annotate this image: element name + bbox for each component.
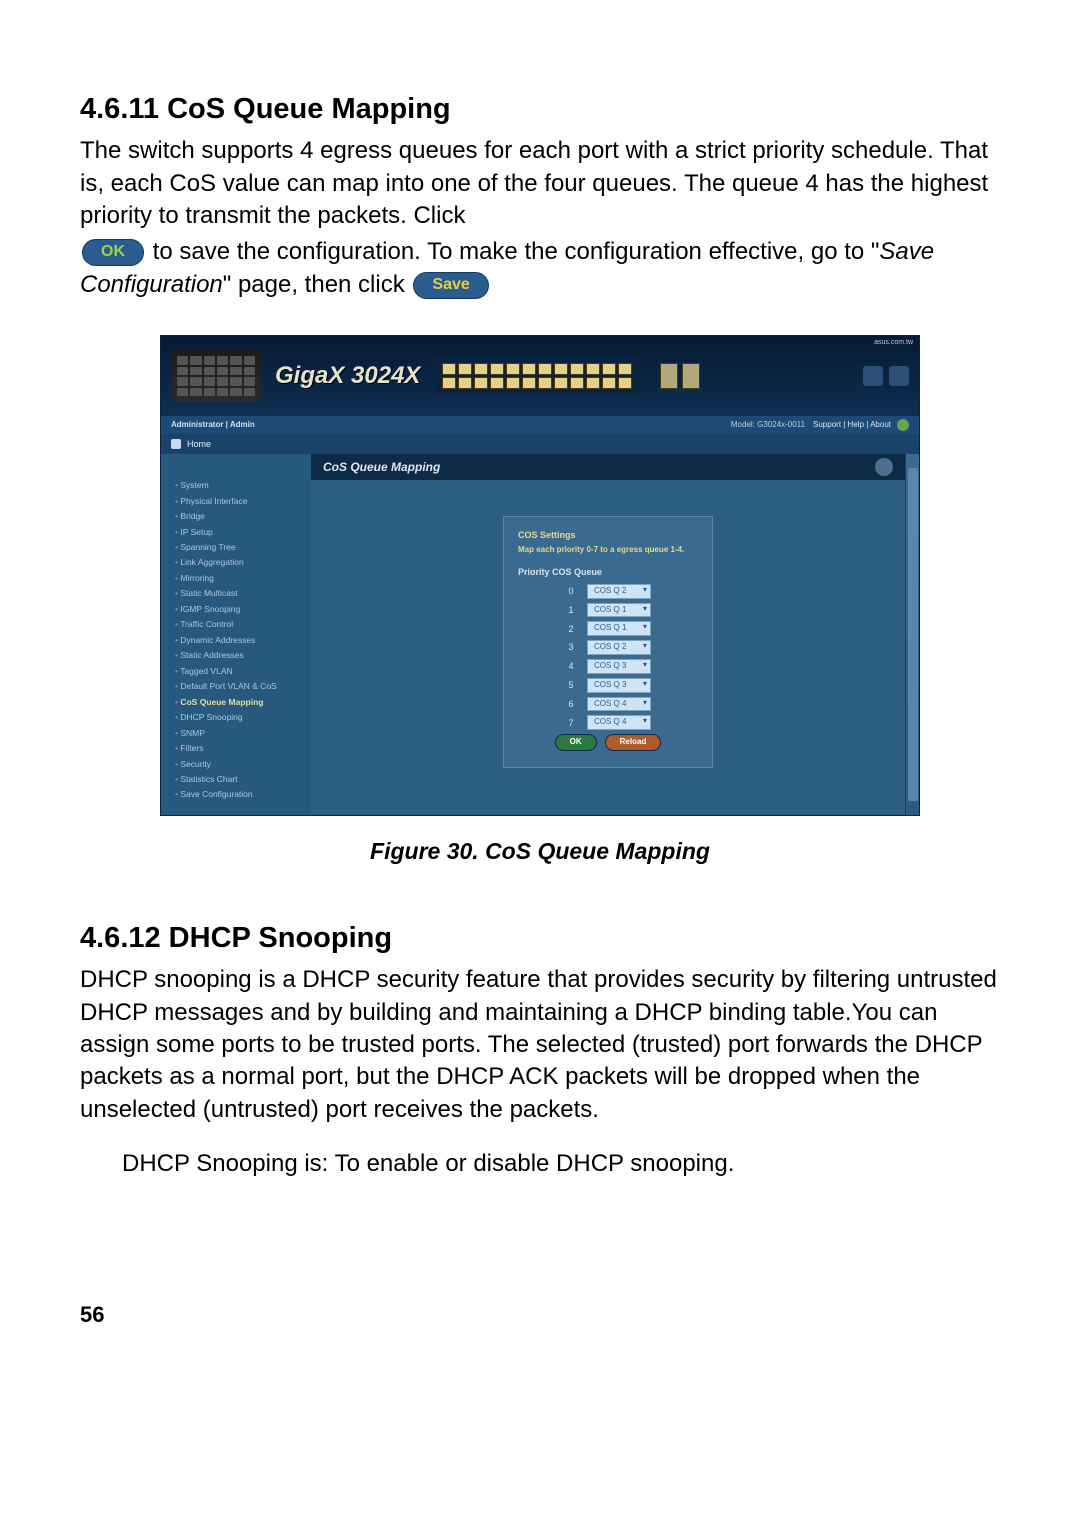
- cos-row: 6 COS Q 4: [518, 697, 698, 712]
- cos-paragraph-2: OK to save the configuration. To make th…: [80, 236, 1000, 301]
- help-icon[interactable]: [863, 366, 883, 386]
- sidebar-item[interactable]: System: [175, 480, 303, 491]
- sfp-ports: [660, 363, 700, 389]
- sidebar-item[interactable]: Traffic Control: [175, 619, 303, 630]
- main-panel: CoS Queue Mapping COS Settings Map each …: [311, 454, 905, 815]
- cos-queue-select[interactable]: COS Q 2: [587, 640, 651, 655]
- cos-row: 1 COS Q 1: [518, 603, 698, 618]
- header-icons: [863, 366, 909, 386]
- panel-title-bar: CoS Queue Mapping: [311, 454, 905, 480]
- save-button-inline[interactable]: Save: [413, 272, 488, 299]
- cos-queue-select[interactable]: COS Q 4: [587, 715, 651, 730]
- cos-card-sub: Map each priority 0-7 to a egress queue …: [518, 545, 698, 555]
- home-label[interactable]: Home: [187, 438, 211, 450]
- priority-label: 0: [565, 585, 577, 597]
- section-dhcp-snooping: 4.6.12 DHCP Snooping DHCP snooping is a …: [80, 919, 1000, 1180]
- figure-screenshot: asus.com.tw GigaX 3024X Admini: [160, 335, 920, 816]
- sidebar-item[interactable]: Save Configuration: [175, 789, 303, 800]
- cos-row: 0 COS Q 2: [518, 584, 698, 599]
- priority-label: 1: [565, 604, 577, 616]
- figure-caption: Figure 30. CoS Queue Mapping: [80, 836, 1000, 867]
- panel-title-icon: [875, 458, 893, 476]
- cos-queue-select[interactable]: COS Q 3: [587, 678, 651, 693]
- heading-dhcp: 4.6.12 DHCP Snooping: [80, 919, 1000, 958]
- panel-title-text: CoS Queue Mapping: [323, 459, 440, 475]
- sidebar-item[interactable]: Statistics Chart: [175, 774, 303, 785]
- sidebar-item[interactable]: Link Aggregation: [175, 557, 303, 568]
- cos-row: 7 COS Q 4: [518, 715, 698, 730]
- sidebar-item[interactable]: Filters: [175, 743, 303, 754]
- switch-image: [171, 350, 261, 402]
- scrollbar[interactable]: [905, 454, 919, 815]
- page-number: 56: [80, 1300, 1000, 1330]
- home-small-icon[interactable]: [171, 439, 181, 449]
- sidebar-item[interactable]: CoS Queue Mapping: [175, 697, 303, 708]
- home-icon[interactable]: [889, 366, 909, 386]
- dhcp-paragraph-1: DHCP snooping is a DHCP security feature…: [80, 964, 1000, 1126]
- panel-ok-button[interactable]: OK: [555, 734, 597, 751]
- cos-queue-select[interactable]: COS Q 1: [587, 603, 651, 618]
- cos-row: 4 COS Q 3: [518, 659, 698, 674]
- subbar-left: Administrator | Admin: [171, 420, 255, 431]
- sidebar-item[interactable]: Bridge: [175, 511, 303, 522]
- cos-row: 5 COS Q 3: [518, 678, 698, 693]
- sidebar-item[interactable]: Physical Interface: [175, 496, 303, 507]
- heading-cos: 4.6.11 CoS Queue Mapping: [80, 90, 1000, 129]
- ok-button-inline[interactable]: OK: [82, 239, 144, 266]
- screenshot-header: GigaX 3024X: [161, 336, 919, 416]
- subbar-tabs[interactable]: Support | Help | About: [813, 420, 891, 431]
- status-dot-icon: [897, 419, 909, 431]
- nav-sidebar: System Physical Interface Bridge IP Setup Sp…: [161, 454, 311, 815]
- corner-link: asus.com.tw: [874, 338, 913, 347]
- panel-buttons: OK Reload: [518, 734, 698, 751]
- dhcp-paragraph-2: DHCP Snooping is: To enable or disable D…: [122, 1148, 1000, 1180]
- priority-label: 3: [565, 641, 577, 653]
- sidebar-item[interactable]: Mirroring: [175, 573, 303, 584]
- cos-queue-select[interactable]: COS Q 3: [587, 659, 651, 674]
- sidebar-item[interactable]: Tagged VLAN: [175, 666, 303, 677]
- scroll-thumb[interactable]: [908, 468, 918, 801]
- cos-card-header: COS Settings: [518, 529, 698, 541]
- sidebar-item[interactable]: Security: [175, 759, 303, 770]
- cos-row: 2 COS Q 1: [518, 621, 698, 636]
- priority-label: 6: [565, 698, 577, 710]
- screenshot-body: System Physical Interface Bridge IP Setup Sp…: [161, 454, 919, 815]
- cos-queue-select[interactable]: COS Q 2: [587, 584, 651, 599]
- cos-text-1a: The switch supports 4 egress queues for …: [80, 137, 988, 229]
- cos-table-header: Priority COS Queue: [518, 566, 698, 578]
- sidebar-item[interactable]: DHCP Snooping: [175, 712, 303, 723]
- cos-paragraph-1: The switch supports 4 egress queues for …: [80, 135, 1000, 232]
- cos-rows: 0 COS Q 2 1 COS Q 1 2 COS Q 1 3 COS Q 2 4 COS Q 3…: [518, 584, 698, 730]
- cos-text-1b-after: " page, then click: [223, 271, 405, 298]
- priority-label: 5: [565, 679, 577, 691]
- priority-label: 7: [565, 717, 577, 729]
- sub-bar: Administrator | Admin Model: G3024x-0011…: [161, 416, 919, 434]
- subbar-right: Model: G3024x-0011: [731, 420, 805, 431]
- section-cos-queue-mapping: 4.6.11 CoS Queue Mapping The switch supp…: [80, 90, 1000, 301]
- priority-label: 2: [565, 623, 577, 635]
- sidebar-item[interactable]: Spanning Tree: [175, 542, 303, 553]
- sidebar-item[interactable]: Dynamic Addresses: [175, 635, 303, 646]
- cos-text-1b-before: to save the configuration. To make the c…: [153, 238, 880, 265]
- product-logo: GigaX 3024X: [275, 360, 420, 392]
- sidebar-item[interactable]: Static Multicast: [175, 588, 303, 599]
- cos-queue-select[interactable]: COS Q 4: [587, 697, 651, 712]
- home-bar: Home: [161, 434, 919, 454]
- port-map: [434, 357, 640, 395]
- sidebar-item[interactable]: IGMP Snooping: [175, 604, 303, 615]
- cos-queue-select[interactable]: COS Q 1: [587, 621, 651, 636]
- priority-label: 4: [565, 660, 577, 672]
- cos-row: 3 COS Q 2: [518, 640, 698, 655]
- sidebar-item[interactable]: SNMP: [175, 728, 303, 739]
- sidebar-item[interactable]: Default Port VLAN & CoS: [175, 681, 303, 692]
- cos-settings-card: COS Settings Map each priority 0-7 to a …: [503, 516, 713, 768]
- sidebar-item[interactable]: Static Addresses: [175, 650, 303, 661]
- sidebar-item[interactable]: IP Setup: [175, 527, 303, 538]
- panel-reload-button[interactable]: Reload: [605, 734, 662, 751]
